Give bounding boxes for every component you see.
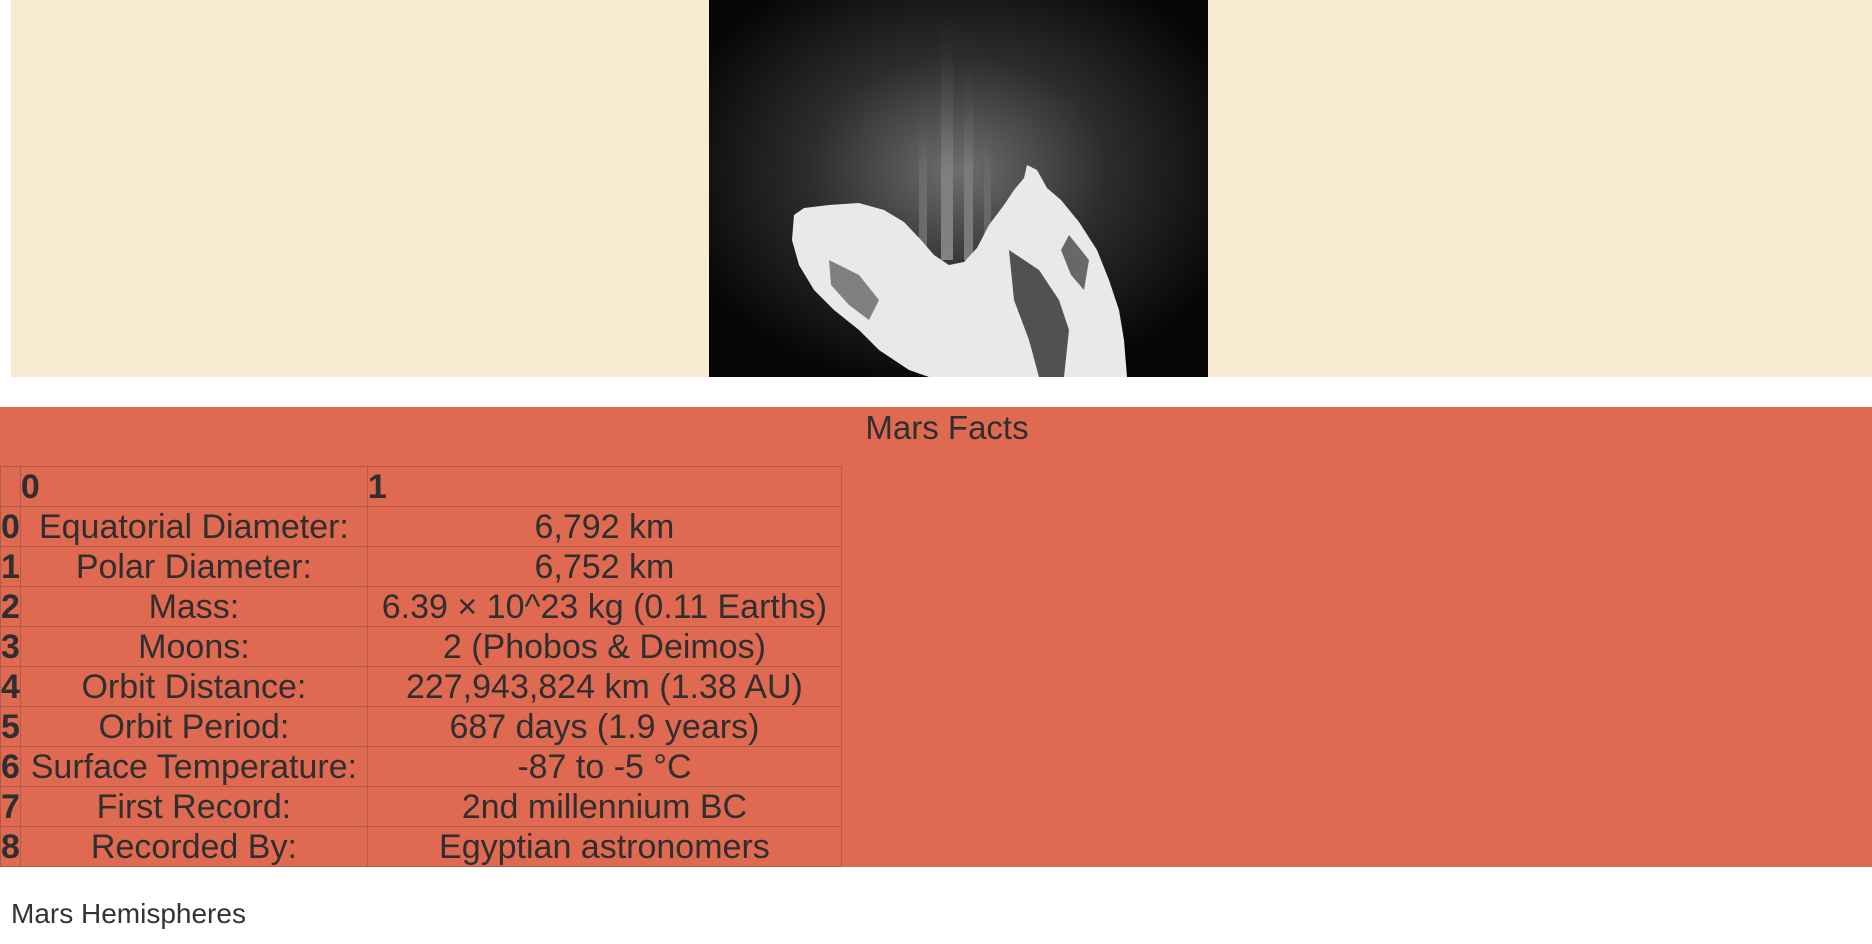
fact-value: 227,943,824 km (1.38 AU) — [366, 666, 842, 707]
fact-label: Surface Temperature: — [19, 746, 368, 787]
fact-value: -87 to -5 °C — [366, 746, 842, 787]
comet-image — [709, 0, 1208, 377]
fact-value: Egyptian astronomers — [366, 826, 842, 867]
mars-hemispheres-title: Mars Hemispheres — [11, 898, 246, 929]
mars-facts-title: Mars Facts — [865, 409, 1029, 446]
row-index: 0 — [0, 506, 21, 547]
table-row: 7 First Record: 2nd millennium BC — [0, 786, 842, 827]
row-index: 5 — [0, 706, 21, 747]
table-row: 8 Recorded By: Egyptian astronomers — [0, 826, 842, 867]
table-header-row: 0 1 — [0, 466, 842, 507]
fact-label: Recorded By: — [19, 826, 368, 867]
fact-label: Mass: — [19, 586, 368, 627]
row-index: 8 — [0, 826, 21, 867]
row-index: 1 — [0, 546, 21, 587]
table-header-col-0: 0 — [19, 466, 368, 507]
fact-label: First Record: — [19, 786, 368, 827]
fact-value: 6,792 km — [366, 506, 842, 547]
row-index: 2 — [0, 586, 21, 627]
fact-value: 687 days (1.9 years) — [366, 706, 842, 747]
table-header-col-1: 1 — [366, 466, 842, 507]
fact-label: Polar Diameter: — [19, 546, 368, 587]
table-row: 0 Equatorial Diameter: 6,792 km — [0, 506, 842, 547]
fact-value: 2nd millennium BC — [366, 786, 842, 827]
mars-facts-table: 0 1 0 Equatorial Diameter: 6,792 km 1 Po… — [0, 466, 842, 867]
fact-label: Equatorial Diameter: — [19, 506, 368, 547]
row-index: 4 — [0, 666, 21, 707]
table-row: 3 Moons: 2 (Phobos & Deimos) — [0, 626, 842, 667]
mars-facts-section: Mars Facts 0 1 0 Equatorial Diameter: 6,… — [0, 407, 1872, 867]
fact-label: Orbit Period: — [19, 706, 368, 747]
row-index: 6 — [0, 746, 21, 787]
fact-value: 2 (Phobos & Deimos) — [366, 626, 842, 667]
comet-picture — [709, 0, 1208, 377]
table-row: 5 Orbit Period: 687 days (1.9 years) — [0, 706, 842, 747]
fact-value: 6,752 km — [366, 546, 842, 587]
table-row: 6 Surface Temperature: -87 to -5 °C — [0, 746, 842, 787]
table-row: 2 Mass: 6.39 × 10^23 kg (0.11 Earths) — [0, 586, 842, 627]
fact-label: Orbit Distance: — [19, 666, 368, 707]
row-index: 7 — [0, 786, 21, 827]
table-header-index — [0, 466, 21, 507]
featured-image-section — [11, 0, 1872, 377]
table-row: 1 Polar Diameter: 6,752 km — [0, 546, 842, 587]
fact-value: 6.39 × 10^23 kg (0.11 Earths) — [366, 586, 842, 627]
row-index: 3 — [0, 626, 21, 667]
fact-label: Moons: — [19, 626, 368, 667]
table-row: 4 Orbit Distance: 227,943,824 km (1.38 A… — [0, 666, 842, 707]
